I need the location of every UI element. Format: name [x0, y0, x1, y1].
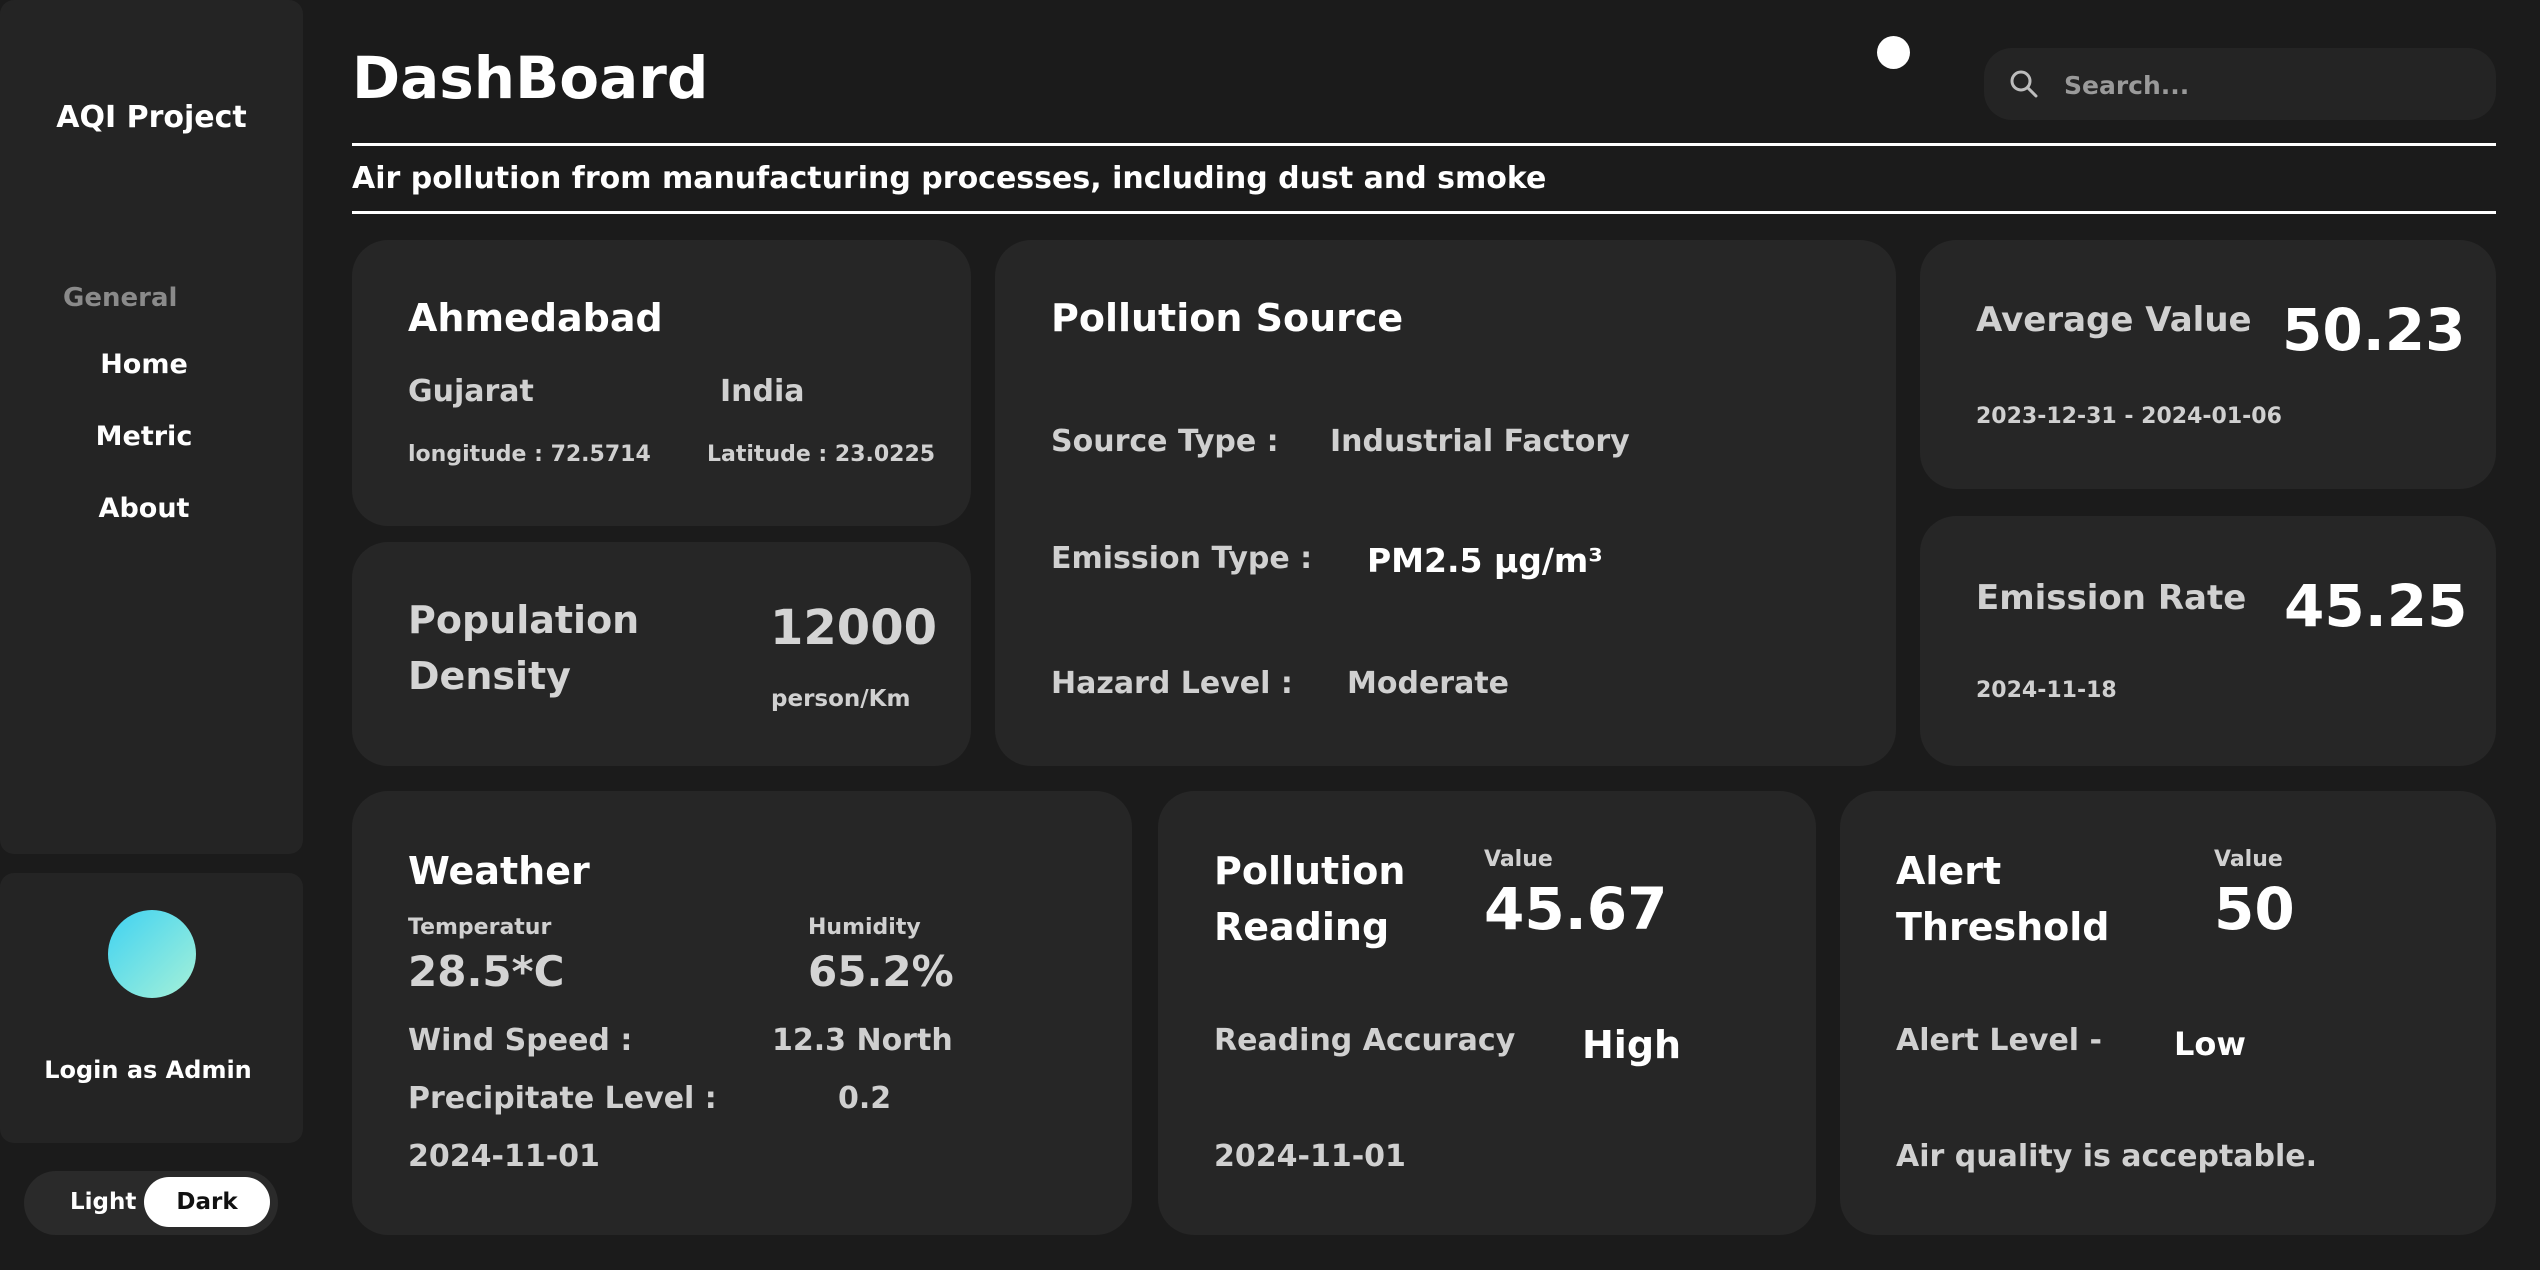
emission-rate-value: 45.25 — [2284, 572, 2468, 640]
alert-title-line1: Alert — [1896, 849, 2002, 893]
pollution-source-title: Pollution Source — [1051, 296, 1404, 340]
brand-title: AQI Project — [56, 100, 247, 135]
alert-title-line2: Threshold — [1896, 905, 2110, 949]
theme-toggle-light[interactable]: Light — [70, 1189, 136, 1215]
precipitate-level-label: Precipitate Level : — [408, 1081, 717, 1116]
nav-section-label: General — [63, 283, 178, 313]
average-value: 50.23 — [2282, 296, 2466, 364]
emission-type-label: Emission Type : — [1051, 541, 1313, 576]
page-subtitle: Air pollution from manufacturing process… — [352, 161, 1547, 196]
humidity-value: 65.2% — [808, 947, 954, 996]
source-type-label: Source Type : — [1051, 424, 1279, 459]
header-divider-bottom — [352, 211, 2496, 214]
average-value-card: Average Value 50.23 2023-12-31 - 2024-01… — [1920, 240, 2496, 489]
weather-date: 2024-11-01 — [408, 1139, 600, 1174]
pollution-reading-value-label: Value — [1484, 847, 1553, 872]
theme-toggle-dark[interactable]: Dark — [144, 1177, 270, 1227]
population-density-card: Population Density 12000 person/Km — [352, 542, 971, 766]
emission-rate-card: Emission Rate 45.25 2024-11-18 — [1920, 516, 2496, 766]
weather-title: Weather — [408, 849, 590, 893]
pollution-reading-card: Pollution Reading Value 45.67 Reading Ac… — [1158, 791, 1816, 1235]
theme-toggle[interactable]: Light Dark — [24, 1171, 278, 1235]
wind-speed-value: 12.3 North — [772, 1023, 953, 1058]
avatar[interactable] — [108, 910, 196, 998]
source-type-value: Industrial Factory — [1330, 424, 1630, 459]
humidity-label: Humidity — [808, 915, 921, 940]
hazard-level-label: Hazard Level : — [1051, 666, 1293, 701]
pollution-source-card: Pollution Source Source Type : Industria… — [995, 240, 1896, 766]
alert-value: 50 — [2214, 875, 2295, 943]
header-divider-top — [352, 143, 2496, 146]
country-name: India — [720, 374, 805, 409]
user-panel: Login as Admin — [0, 873, 303, 1143]
emission-rate-date: 2024-11-18 — [1976, 678, 2117, 703]
search-input[interactable] — [2062, 62, 2476, 108]
average-value-date-range: 2023-12-31 - 2024-01-06 — [1976, 404, 2282, 429]
population-label-line1: Population — [408, 598, 640, 642]
alert-level-value: Low — [2174, 1025, 2246, 1063]
population-unit: person/Km — [771, 686, 911, 712]
weather-card: Weather Temperatur 28.5*C Humidity 65.2%… — [352, 791, 1132, 1235]
population-value: 12000 — [770, 600, 937, 656]
longitude-value: longitude : 72.5714 — [408, 442, 651, 467]
nav-item-home[interactable]: Home — [0, 349, 288, 380]
hazard-level-value: Moderate — [1347, 666, 1510, 701]
precipitate-level-value: 0.2 — [838, 1081, 892, 1116]
pollution-reading-date: 2024-11-01 — [1214, 1139, 1406, 1174]
temperature-value: 28.5*C — [408, 947, 565, 996]
nav-item-metric[interactable]: Metric — [0, 421, 288, 452]
pollution-reading-value: 45.67 — [1484, 875, 1668, 943]
pollution-reading-title-line1: Pollution — [1214, 849, 1406, 893]
alert-threshold-card: Alert Threshold Value 50 Alert Level - L… — [1840, 791, 2496, 1235]
latitude-value: Latitude : 23.0225 — [707, 442, 936, 467]
pollution-reading-title-line2: Reading — [1214, 905, 1390, 949]
location-card: Ahmedabad Gujarat India longitude : 72.5… — [352, 240, 971, 526]
emission-type-value: PM2.5 µg/m³ — [1367, 541, 1603, 580]
theme-indicator-dot[interactable] — [1877, 36, 1910, 69]
emission-rate-label: Emission Rate — [1976, 578, 2247, 618]
page-title: DashBoard — [352, 44, 709, 112]
alert-level-label: Alert Level - — [1896, 1023, 2102, 1058]
reading-accuracy-label: Reading Accuracy — [1214, 1023, 1516, 1058]
wind-speed-label: Wind Speed : — [408, 1023, 633, 1058]
search-box[interactable] — [1984, 48, 2496, 120]
population-label-line2: Density — [408, 654, 571, 698]
average-value-label: Average Value — [1976, 300, 2252, 340]
reading-accuracy-value: High — [1582, 1023, 1682, 1067]
alert-value-label: Value — [2214, 847, 2283, 872]
login-as-admin-link[interactable]: Login as Admin — [0, 1056, 296, 1084]
city-name: Ahmedabad — [408, 296, 663, 340]
state-name: Gujarat — [408, 374, 534, 409]
search-icon — [2010, 70, 2038, 98]
alert-message: Air quality is acceptable. — [1896, 1139, 2318, 1174]
sidebar: AQI Project General Home Metric About — [0, 0, 303, 854]
temperature-label: Temperatur — [408, 915, 552, 940]
nav-item-about[interactable]: About — [0, 493, 288, 524]
